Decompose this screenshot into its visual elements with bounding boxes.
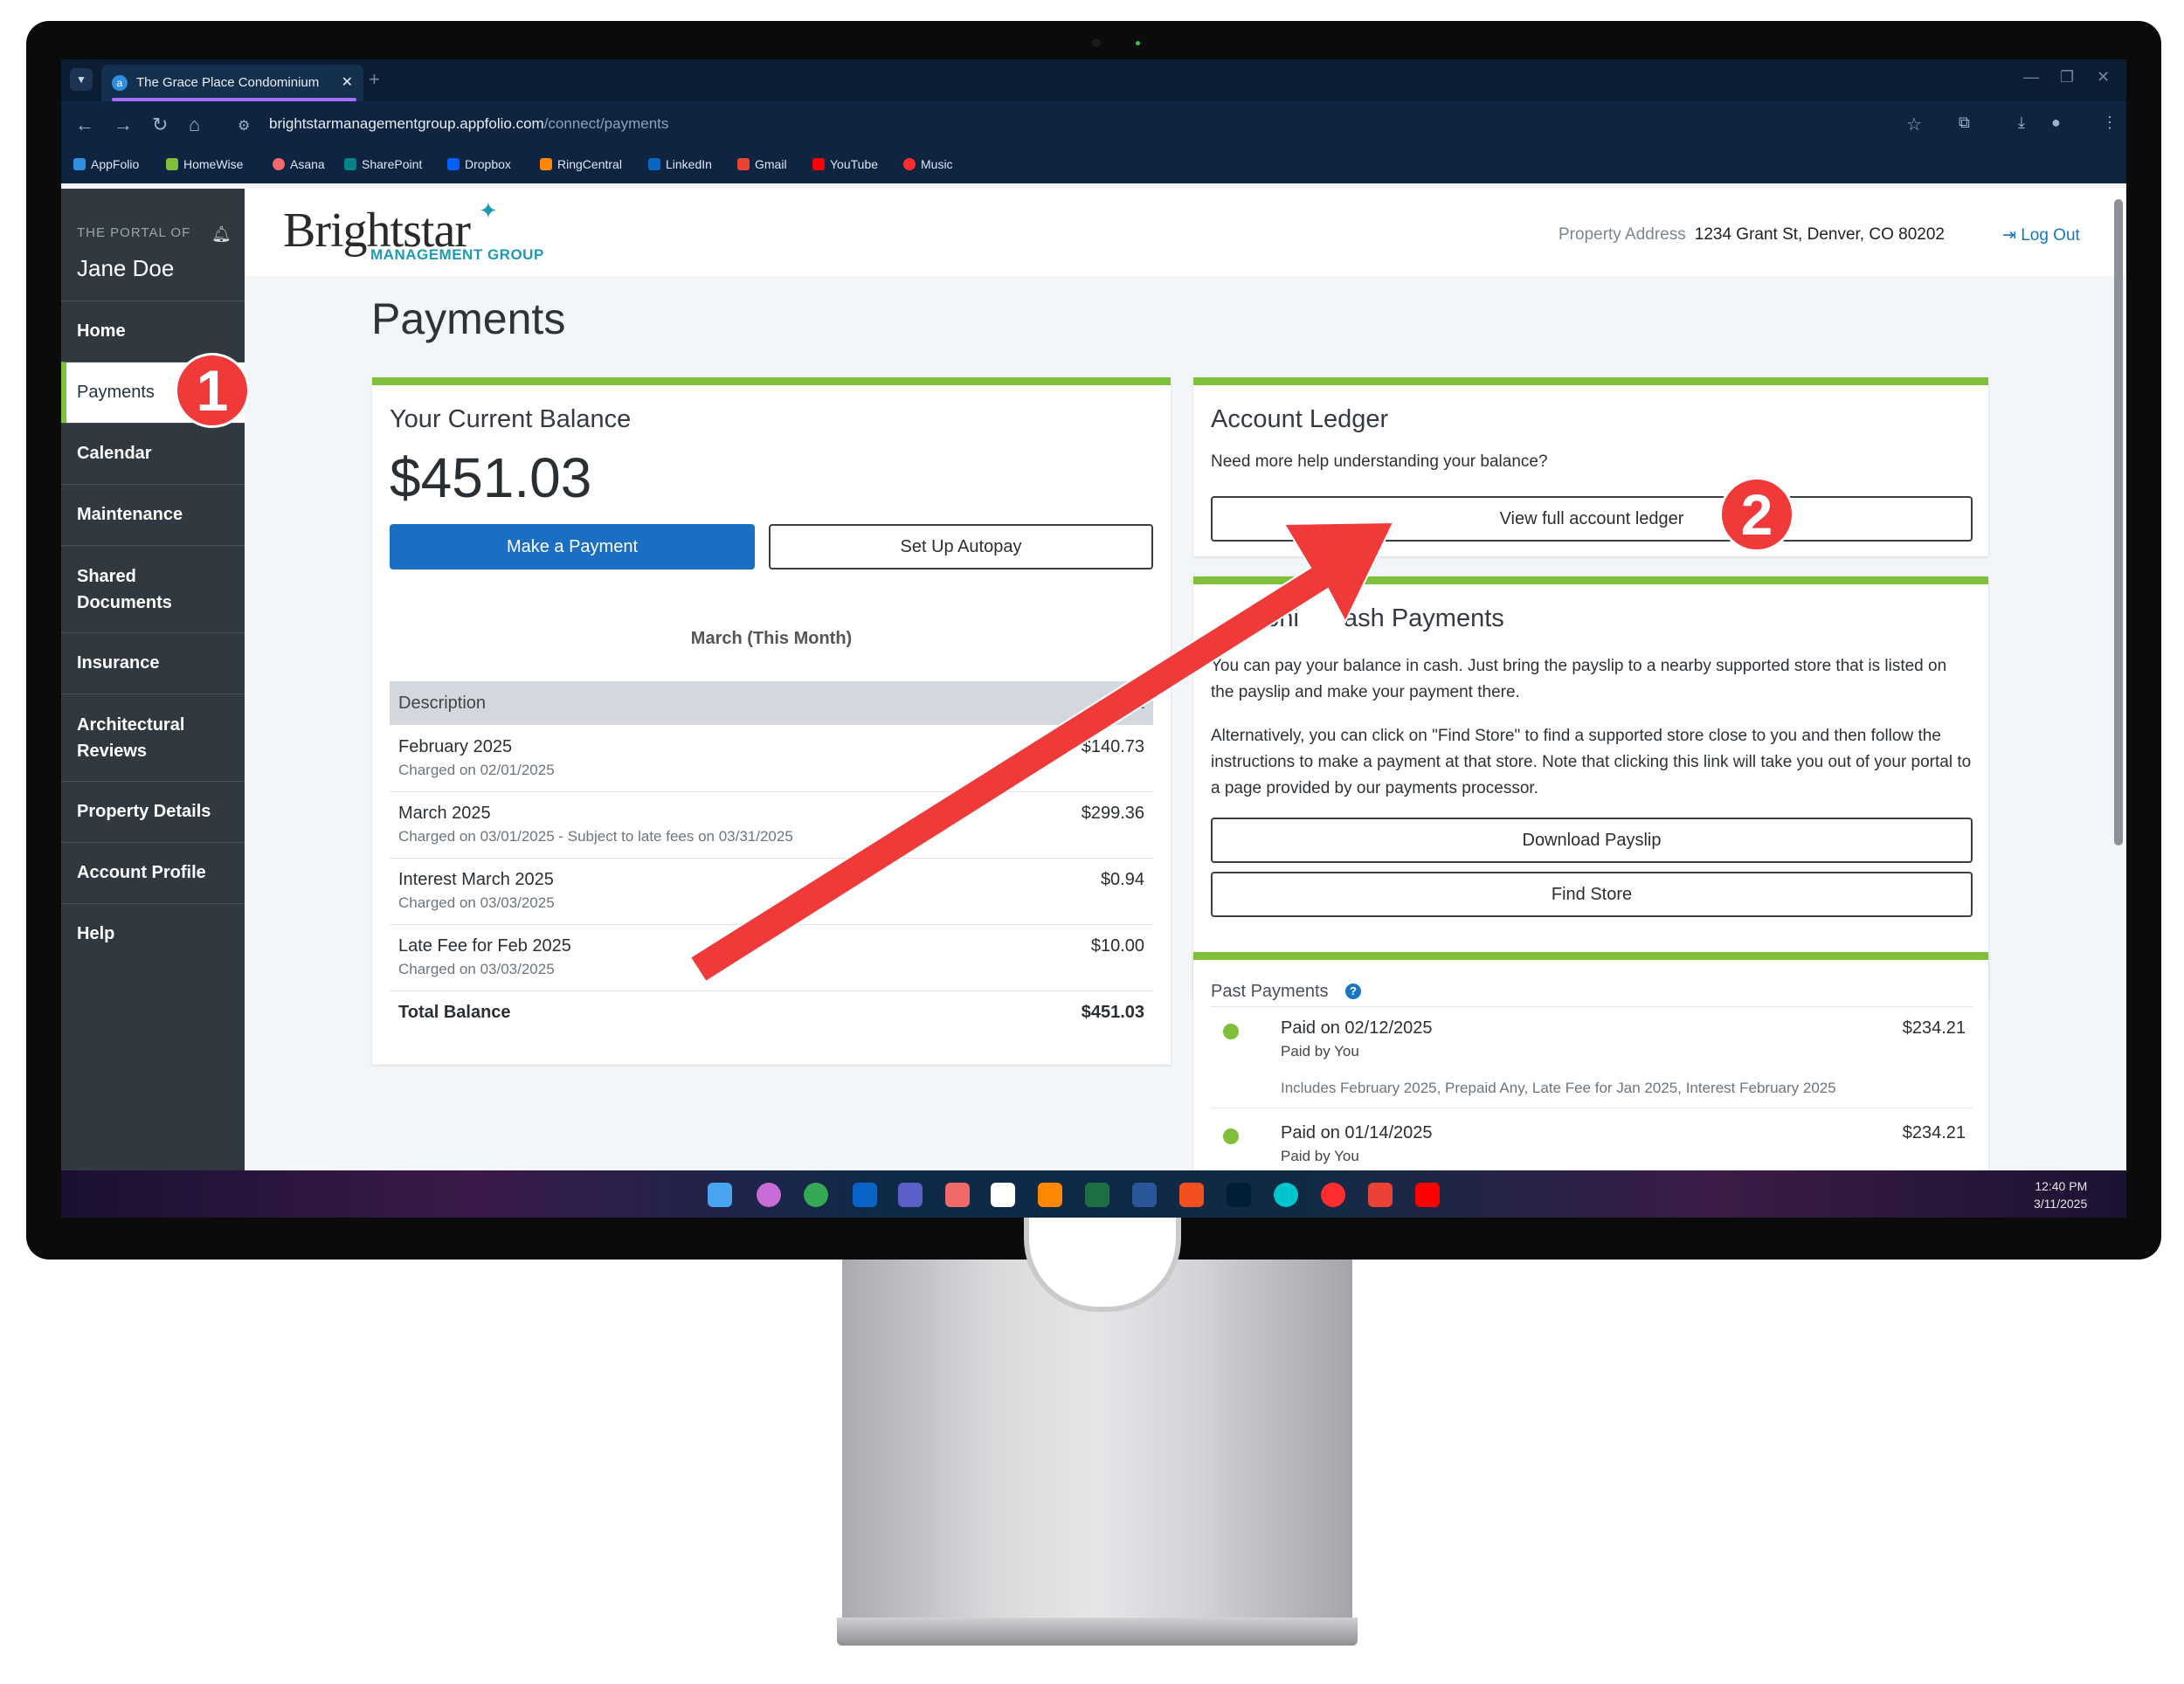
step-2-badge: 2 xyxy=(1719,477,1794,552)
annotation-overlay xyxy=(688,521,1395,983)
annotation-arrow xyxy=(688,521,1395,983)
step-1-badge: 1 xyxy=(175,353,250,428)
